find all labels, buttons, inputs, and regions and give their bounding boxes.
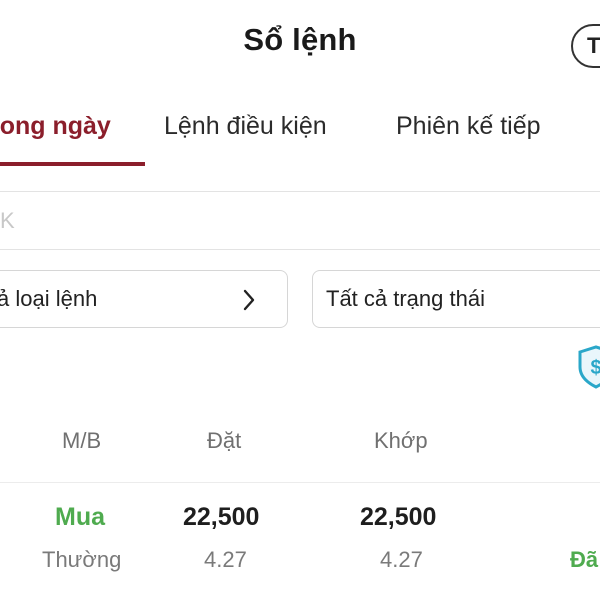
svg-text:$: $ bbox=[590, 357, 600, 379]
column-header-matched: Khớp bbox=[374, 428, 428, 453]
left-column-edge bbox=[0, 425, 4, 453]
status-filter-label: Tất cả trạng thái bbox=[326, 286, 485, 311]
tabs-divider bbox=[0, 191, 600, 192]
tab-bar: rong ngày Lệnh điều kiện Phiên kế tiếp bbox=[0, 112, 600, 168]
row-divider bbox=[0, 482, 600, 483]
chevron-right-icon bbox=[242, 288, 256, 317]
top-right-button-label: T bbox=[587, 33, 600, 58]
match-qty-value: 4.27 bbox=[380, 547, 423, 572]
column-header-order: Đặt bbox=[207, 428, 242, 453]
order-book-screen: Sổ lệnh T rong ngày Lệnh điều kiện Phiên… bbox=[0, 0, 600, 600]
status-value: Đã bbox=[570, 547, 599, 572]
order-type-filter-label: ả loại lệnh bbox=[0, 286, 98, 311]
status-filter[interactable]: Tất cả trạng thái bbox=[312, 270, 600, 328]
side-value: Mua bbox=[55, 503, 105, 531]
tab-conditional-orders[interactable]: Lệnh điều kiện bbox=[164, 112, 327, 141]
search-divider bbox=[0, 249, 600, 250]
match-price-value: 22,500 bbox=[360, 503, 437, 531]
search-input[interactable]: K bbox=[0, 208, 15, 234]
active-tab-indicator bbox=[0, 162, 145, 166]
tab-in-day[interactable]: rong ngày bbox=[0, 112, 111, 141]
tab-next-session[interactable]: Phiên kế tiếp bbox=[396, 112, 541, 141]
shield-dollar-icon[interactable]: $ bbox=[576, 345, 600, 394]
order-price-value: 22,500 bbox=[183, 503, 260, 531]
order-type-value: Thường bbox=[42, 547, 122, 572]
page-title: Sổ lệnh bbox=[243, 22, 357, 57]
order-type-filter[interactable]: ả loại lệnh bbox=[0, 270, 288, 328]
order-qty-value: 4.27 bbox=[204, 547, 247, 572]
column-header-side: M/B bbox=[62, 428, 102, 453]
